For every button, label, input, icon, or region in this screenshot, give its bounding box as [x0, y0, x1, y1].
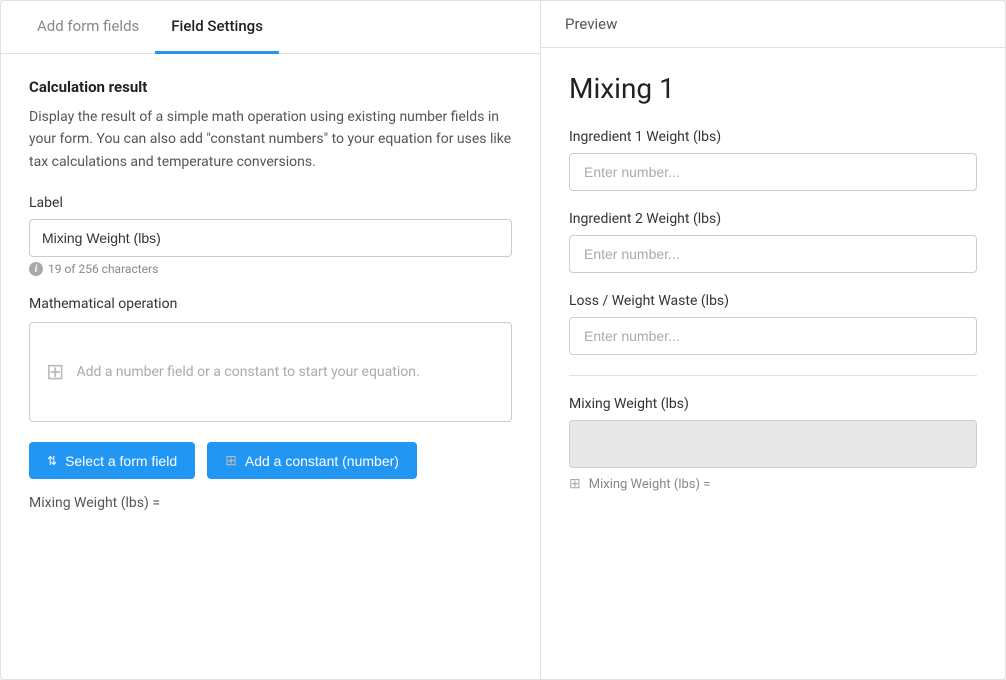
- section-description: Display the result of a simple math oper…: [29, 106, 512, 173]
- form-title: Mixing 1: [569, 72, 977, 105]
- field-input-3[interactable]: [569, 317, 977, 355]
- field-input-1[interactable]: [569, 153, 977, 191]
- calc-formula-text: Mixing Weight (lbs) =: [589, 477, 711, 492]
- field-input-2[interactable]: [569, 235, 977, 273]
- char-count-row: i 19 of 256 characters: [29, 262, 512, 276]
- field-label-1: Ingredient 1 Weight (lbs): [569, 129, 977, 145]
- left-content: Calculation result Display the result of…: [1, 54, 540, 679]
- tab-bar: Add form fields Field Settings: [1, 1, 540, 54]
- math-op-label: Mathematical operation: [29, 296, 512, 312]
- field-group-2: Ingredient 2 Weight (lbs): [569, 211, 977, 273]
- select-form-field-label: Select a form field: [65, 453, 177, 469]
- grid-icon: ⊞: [46, 360, 64, 385]
- preview-header: Preview: [541, 1, 1005, 48]
- field-group-1: Ingredient 1 Weight (lbs): [569, 129, 977, 191]
- field-group-3: Loss / Weight Waste (lbs): [569, 293, 977, 355]
- calc-field-group: Mixing Weight (lbs) ⊞ Mixing Weight (lbs…: [569, 375, 977, 492]
- equation-box: ⊞ Add a number field or a constant to st…: [29, 322, 512, 422]
- equation-placeholder: Add a number field or a constant to star…: [76, 364, 419, 380]
- char-count-text: 19 of 256 characters: [48, 262, 158, 276]
- section-title: Calculation result: [29, 78, 512, 96]
- left-panel: Add form fields Field Settings Calculati…: [1, 1, 541, 679]
- action-buttons: ⇅ Select a form field ⊞ Add a constant (…: [29, 442, 512, 479]
- constant-grid-icon: ⊞: [225, 452, 237, 469]
- label-input[interactable]: [29, 219, 512, 257]
- calc-field-label: Mixing Weight (lbs): [569, 396, 977, 412]
- add-constant-button[interactable]: ⊞ Add a constant (number): [207, 442, 417, 479]
- calc-result-label: ⊞ Mixing Weight (lbs) =: [569, 476, 977, 492]
- right-panel: Preview Mixing 1 Ingredient 1 Weight (lb…: [541, 1, 1005, 679]
- formula-display: Mixing Weight (lbs) =: [29, 495, 512, 511]
- calc-result-box: [569, 420, 977, 468]
- tab-add-form-fields[interactable]: Add form fields: [21, 1, 155, 54]
- info-icon: i: [29, 262, 43, 276]
- calc-grid-icon: ⊞: [569, 476, 581, 492]
- field-label-3: Loss / Weight Waste (lbs): [569, 293, 977, 309]
- field-label-2: Ingredient 2 Weight (lbs): [569, 211, 977, 227]
- preview-content: Mixing 1 Ingredient 1 Weight (lbs) Ingre…: [541, 48, 1005, 679]
- add-constant-label: Add a constant (number): [245, 453, 399, 469]
- arrows-icon: ⇅: [47, 454, 57, 468]
- label-field-label: Label: [29, 195, 512, 211]
- tab-field-settings[interactable]: Field Settings: [155, 1, 279, 54]
- select-form-field-button[interactable]: ⇅ Select a form field: [29, 442, 195, 479]
